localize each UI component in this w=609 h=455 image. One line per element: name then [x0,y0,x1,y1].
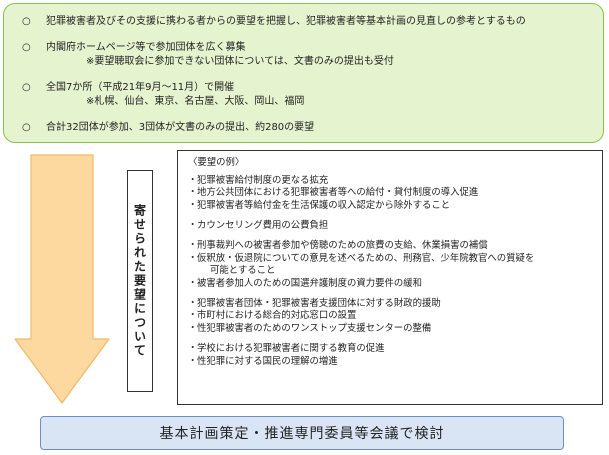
overview-item-note: ※札幌、仙台、東京、名古屋、大阪、岡山、福岡 [86,96,305,107]
list-item: ・性犯罪被害者のためのワンストップ支援センターの整備 [188,323,432,335]
request-examples-box: 〈要望の例〉 ・犯罪被害給付制度の更なる拡充 ・地方公共団体における犯罪被害者等… [177,150,603,405]
overview-item-totals: ○ 合計32団体が参加、3団体が文書のみの提出、約280の要望 [22,121,593,135]
overview-item-text: 合計32団体が参加、3団体が文書のみの提出、約280の要望 [46,122,315,133]
list-item: ・被害者参加人のための国選弁護制度の資力要件の緩和 [188,277,423,289]
list-item: ・仮釈放・仮退院についての意見を述べるための、刑務官、少年院教官への質疑を 可能と… [188,252,535,277]
overview-item-text: 全国7か所（平成21年9月～11月）で開催 [46,82,235,93]
request-group-education: ・学校における犯罪被害者に関する教育の促進 ・性犯罪に対する国民の理解の増進 [188,343,594,368]
overview-item-purpose: ○ 犯罪被害者及びその支援に携わる者からの要望を把握し、犯罪被害者等基本計画の見… [22,15,593,29]
request-group-benefits: ・犯罪被害給付制度の更なる拡充 ・地方公共団体における犯罪被害者等への給付・貸付… [188,175,594,213]
overview-item-note: ※要望聴取会に参加できない団体については、文書のみの提出も受付 [86,56,394,67]
overview-item-text: 犯罪被害者及びその支援に携わる者からの要望を把握し、犯罪被害者等基本計画の見直し… [46,16,526,27]
overview-item-text: 内閣府ホームページ等で参加団体を広く募集 [46,42,246,53]
request-group-support: ・犯罪被害者団体・犯罪被害者支援団体に対する財政的援助 ・市町村における総合的対… [188,298,594,336]
circle-bullet-icon: ○ [22,16,31,27]
list-item: ・市町村における総合的対応窓口の設置 [188,310,357,322]
overview-item-recruitment: ○ 内閣府ホームページ等で参加団体を広く募集 ※要望聴取会に参加できない団体につ… [22,41,593,69]
received-requests-label: 寄せられた要望について [127,170,153,392]
overview-item-venues: ○ 全国7か所（平成21年9月～11月）で開催 ※札幌、仙台、東京、名古屋、大阪… [22,81,593,109]
list-item: ・カウンセリング費用の公費負担 [188,219,329,231]
request-group-criminal-justice: ・刑事裁判への被害者参加や傍聴のための旅費の支給、休業損害の補償 ・仮釈放・仮退… [188,240,594,290]
committee-review-box: 基本計画策定・推進専門委員等会議で検討 [40,416,564,450]
list-item: ・刑事裁判への被害者参加や傍聴のための旅費の支給、休業損害の補償 [188,239,488,251]
circle-bullet-icon: ○ [22,122,31,133]
overview-box: ○ 犯罪被害者及びその支援に携わる者からの要望を把握し、犯罪被害者等基本計画の見… [3,3,604,143]
request-examples-title: 〈要望の例〉 [188,157,245,168]
circle-bullet-icon: ○ [22,42,31,53]
list-item: ・学校における犯罪被害者に関する教育の促進 [188,343,385,355]
list-item: ・性犯罪に対する国民の理解の増進 [188,355,338,367]
circle-bullet-icon: ○ [22,82,31,93]
down-arrow-icon [14,154,110,404]
committee-review-text: 基本計画策定・推進専門委員等会議で検討 [159,426,445,442]
received-requests-text: 寄せられた要望について [132,204,147,358]
list-item: ・犯罪被害者等給付金を生活保護の収入認定から除外すること [188,199,451,211]
list-item: ・地方公共団体における犯罪被害者等への給付・貸付制度の導入促進 [188,187,479,199]
request-group-counseling: ・カウンセリング費用の公費負担 [188,220,594,233]
list-item: ・犯罪被害者団体・犯罪被害者支援団体に対する財政的援助 [188,297,441,309]
list-item: ・犯罪被害給付制度の更なる拡充 [188,174,329,186]
